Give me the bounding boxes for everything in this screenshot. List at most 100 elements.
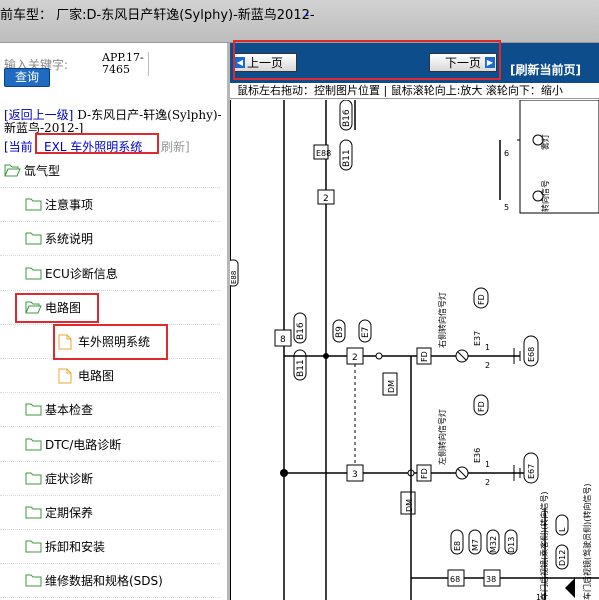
svg-text:2: 2 (485, 478, 490, 487)
tree-item-label: ECU诊断信息 (45, 266, 118, 281)
tree-item-label: 氙气型 (24, 164, 61, 178)
svg-text:B16: B16 (296, 322, 306, 340)
tree-item[interactable]: 注意事项 (0, 188, 220, 223)
connector-DM: DM DM (382, 372, 416, 515)
svg-text:右侧转向信号灯: 右侧转向信号灯 (437, 292, 447, 348)
svg-text:B9: B9 (335, 326, 345, 338)
door-mirror-connectors: E8 M7 M32 D13 68 38 车门后视镜(乘客侧)(转向信号) 车门后… (411, 484, 599, 600)
svg-text:E67: E67 (527, 464, 536, 479)
current-location: [当前 EXL 车外照明系统 刷新] (4, 133, 224, 155)
svg-text:FD: FD (477, 401, 486, 412)
tree-item[interactable]: 症状诊断 (0, 462, 220, 496)
svg-text:B16: B16 (342, 109, 352, 127)
sidebar: 输入关键字: 查询 APP.17-7465 [返回上一级] D-东风日产-轩逸(… (0, 43, 227, 600)
folder-icon (25, 231, 42, 245)
splice (375, 352, 383, 360)
svg-text:1: 1 (485, 343, 490, 352)
folder-icon (25, 437, 42, 451)
svg-text:D13: D13 (507, 537, 516, 553)
svg-text:L: L (558, 527, 567, 532)
svg-text:E36: E36 (473, 448, 482, 463)
svg-text:2: 2 (485, 361, 490, 370)
tree-item-label: 拆卸和安装 (45, 540, 106, 555)
tree-item[interactable]: 定期保养 (0, 496, 220, 530)
svg-text:E37: E37 (473, 331, 482, 346)
tree-item-highlight (53, 324, 168, 360)
svg-text:M32: M32 (489, 536, 498, 553)
search-button[interactable]: 查询 (4, 68, 50, 87)
tree-item[interactable]: 拆卸和安装 (0, 530, 220, 565)
svg-text:B11: B11 (342, 149, 352, 167)
svg-text:10: 10 (536, 593, 546, 600)
tree-item-label: 系统说明 (45, 232, 94, 247)
tree-item-label: DTC/电路诊断 (45, 437, 122, 452)
app-code: APP.17-7465 (102, 52, 149, 76)
tree-item[interactable]: 系统说明 (0, 222, 220, 257)
connector-ref: E88 (316, 149, 331, 158)
back-link[interactable]: [返回上一级] (4, 108, 73, 122)
connector-8: 8 B16 B11 (274, 312, 307, 381)
tree-item-highlight (15, 292, 99, 323)
pin-number: 2 (323, 194, 329, 204)
svg-text:左侧转向信号灯: 左侧转向信号灯 (437, 409, 447, 465)
tree-item[interactable]: DTC/电路诊断 (0, 428, 220, 462)
svg-text:8: 8 (280, 335, 286, 345)
fog-lamp-box: 6 5 雾灯 转向信号 (499, 100, 599, 214)
svg-text:DM: DM (387, 380, 396, 393)
tree-item-label: 基本检查 (45, 403, 94, 418)
svg-text:1: 1 (485, 460, 490, 469)
connector-B9-E7: B9 E7 (332, 319, 372, 343)
folder-icon (25, 471, 42, 485)
diagram-viewer: ◀ 上一页 下一页 ▶ [刷新当前页] 鼠标左右拖动：控制图片位置 | 鼠标滚轮… (230, 43, 599, 600)
tree-item[interactable]: 基本检查 (0, 393, 220, 428)
tree-item-label: 电路图 (78, 369, 115, 384)
svg-text:6: 6 (504, 149, 509, 158)
svg-text:5: 5 (504, 203, 509, 212)
svg-text:38: 38 (486, 575, 496, 584)
svg-text:转向信号: 转向信号 (540, 180, 550, 212)
tree-item[interactable]: ECU诊断信息 (0, 257, 220, 291)
tree-item-label: 症状诊断 (45, 471, 94, 486)
svg-text:DM: DM (405, 499, 414, 512)
svg-text:68: 68 (450, 575, 460, 584)
splice (280, 469, 288, 477)
folder-open-icon (4, 163, 21, 177)
right-turn-lamp: FD 1 2 右侧转向信号灯 E37 FD E68 (416, 287, 539, 370)
mouse-hint: 鼠标左右拖动：控制图片位置 | 鼠标滚轮向上:放大 滚轮向下：缩小 (230, 83, 599, 99)
current-label: [当前 (4, 140, 33, 154)
folder-icon (25, 505, 42, 519)
tree-item-label: 维修数据和规格(SDS) (45, 574, 163, 589)
svg-text:2: 2 (352, 353, 358, 363)
title-link[interactable]: . (305, 4, 309, 17)
svg-text:D12: D12 (558, 550, 567, 566)
folder-icon (25, 539, 42, 553)
svg-text:3: 3 (352, 470, 358, 480)
folder-icon (25, 573, 42, 587)
svg-text:车门后视镜(乘客侧)(转向信号): 车门后视镜(乘客侧)(转向信号) (539, 492, 549, 600)
svg-text:FD: FD (420, 351, 429, 362)
tree-item-label: 注意事项 (45, 198, 94, 213)
tree-item[interactable]: 电路图 (0, 359, 220, 394)
document-icon (58, 368, 74, 384)
svg-text:雾灯: 雾灯 (540, 134, 550, 150)
svg-text:车门后视镜(驾驶员侧)(转向信号): 车门后视镜(驾驶员侧)(转向信号) (582, 484, 592, 600)
tree-item[interactable]: 氙气型 (0, 154, 220, 188)
splice (323, 353, 329, 359)
folder-icon (25, 197, 42, 211)
nav-highlight (233, 40, 501, 80)
current-item-highlight (35, 133, 159, 154)
vehicle-title: 前车型： 厂家:D-东风日产轩逸(Sylphy)-新蓝鸟2012- (0, 8, 315, 23)
svg-text:B11: B11 (296, 359, 306, 377)
breadcrumb: [返回上一级] D-东风日产-轩逸(Sylphy)-新蓝鸟-2012-] (4, 109, 224, 135)
connector-ref: E88 (230, 271, 238, 284)
title-bar: 前车型： 厂家:D-东风日产轩逸(Sylphy)-新蓝鸟2012- . (0, 0, 599, 43)
svg-text:E68: E68 (527, 347, 536, 362)
wiring-diagram[interactable]: 2 E88 E88 B16 B11 8 B16 B11 2 B9 E7 FD 1… (230, 100, 599, 600)
tree-item[interactable]: 维修数据和规格(SDS) (0, 564, 220, 599)
refresh-link[interactable]: 刷新] (161, 138, 190, 155)
folder-icon (25, 266, 42, 280)
folder-icon (25, 402, 42, 416)
svg-text:FD: FD (420, 468, 429, 479)
refresh-page-button[interactable]: [刷新当前页] (510, 61, 581, 78)
tree-item-label: 定期保养 (45, 506, 94, 520)
